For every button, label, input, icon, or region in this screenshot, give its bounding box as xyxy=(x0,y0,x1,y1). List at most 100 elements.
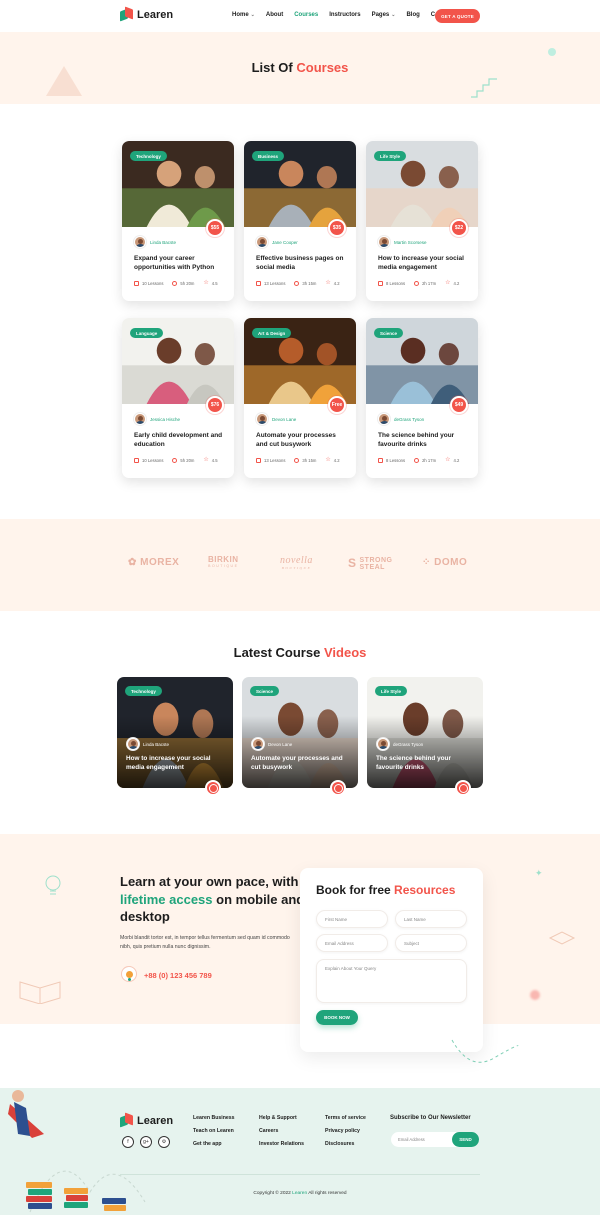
dribbble-icon[interactable]: ⚙ xyxy=(158,1136,170,1148)
course-card[interactable]: Life Style $22 Martin Scorsese How to in… xyxy=(366,141,478,301)
video-card[interactable]: Science Devon Lane Automate your process… xyxy=(242,677,358,788)
video-card[interactable]: Technology Linda Bacste How to increase … xyxy=(117,677,233,788)
course-title[interactable]: How to increase your social media engage… xyxy=(378,255,470,273)
author-name[interactable]: Jane Cooper xyxy=(272,240,298,245)
category-badge: Science xyxy=(250,686,280,696)
lightbulb-icon xyxy=(45,875,61,895)
logo-text: Learen xyxy=(137,8,174,21)
nav-pages[interactable]: Pages ⌄ xyxy=(372,12,396,18)
footer-link[interactable]: Help & Support xyxy=(259,1115,304,1121)
chevron-down-icon: ⌄ xyxy=(391,12,396,18)
video-author: Devon Lane xyxy=(252,738,292,750)
price-badge: $55 xyxy=(206,219,224,237)
author-name[interactable]: deGrass Tyson xyxy=(394,417,424,422)
facebook-icon[interactable]: f xyxy=(122,1136,134,1148)
query-textarea[interactable]: Explain About Your Query xyxy=(316,959,467,1003)
footer-link[interactable]: Terms of service xyxy=(325,1115,366,1121)
nav-about[interactable]: About xyxy=(266,12,283,18)
author-name[interactable]: Devon Lane xyxy=(268,742,292,747)
course-title[interactable]: The science behind your favourite drinks xyxy=(378,432,470,450)
lessons-icon xyxy=(378,281,383,286)
nav-courses[interactable]: Courses xyxy=(294,12,318,18)
course-title[interactable]: Effective business pages on social media xyxy=(256,255,348,273)
footer-link[interactable]: Privacy policy xyxy=(325,1128,366,1134)
video-title[interactable]: How to increase your social media engage… xyxy=(126,755,226,772)
last-name-field[interactable]: Last Name xyxy=(395,910,467,928)
graduate-illustration xyxy=(8,1090,44,1138)
email-field[interactable]: Email Address xyxy=(316,934,388,952)
course-card[interactable]: Business $35 Jane Cooper Effective busin… xyxy=(244,141,356,301)
author-name[interactable]: deGrass Tyson xyxy=(393,742,423,747)
course-rating: ☆ 4.5 xyxy=(203,457,218,463)
nav-instructors[interactable]: Instructors xyxy=(329,12,360,18)
footer-link[interactable]: Get the app xyxy=(193,1141,235,1147)
course-rating: ☆ 4.2 xyxy=(445,457,460,463)
clock-icon xyxy=(172,281,178,286)
video-card[interactable]: Life Style deGrass Tyson The science beh… xyxy=(367,677,483,788)
course-card[interactable]: Language $76 Jessica Hische Early child … xyxy=(122,318,234,478)
footer-link[interactable]: Investor Relations xyxy=(259,1141,304,1147)
category-badge: Technology xyxy=(130,151,167,161)
brand-icon: ✿ xyxy=(128,557,141,568)
phone-number[interactable]: +88 (0) 123 456 789 xyxy=(144,971,212,980)
course-rating: ☆ 4.5 xyxy=(203,280,218,286)
lessons-count: 10 Lessons xyxy=(134,458,163,463)
category-badge: Technology xyxy=(125,686,162,696)
course-duration: 5h 20m xyxy=(172,281,194,286)
sparkle-icon: ✦ xyxy=(535,868,543,878)
avatar xyxy=(134,236,146,248)
price-badge: $22 xyxy=(450,219,468,237)
price-badge: $49 xyxy=(450,396,468,414)
copyright: Copyright © 2022 Learen All rights reser… xyxy=(253,1191,347,1196)
category-badge: Language xyxy=(130,328,164,338)
author-name[interactable]: Linda Bacste xyxy=(150,240,176,245)
author-name[interactable]: Devon Lane xyxy=(272,417,296,422)
book-now-button[interactable]: BOOK NOW xyxy=(316,1010,358,1025)
video-title[interactable]: Automate your processes and cut busywork xyxy=(251,755,351,772)
brand-icon: ⁘ xyxy=(422,557,435,568)
google-plus-icon[interactable]: g+ xyxy=(140,1136,152,1148)
books-icon xyxy=(548,931,576,945)
lessons-count: 13 Lessons xyxy=(256,281,285,286)
star-icon: ☆ xyxy=(325,457,331,463)
video-author: Linda Bacste xyxy=(127,738,169,750)
course-title[interactable]: Automate your processes and cut busywork xyxy=(256,432,348,450)
course-card[interactable]: Technology $55 Linda Bacste Expand your … xyxy=(122,141,234,301)
lessons-icon xyxy=(256,458,261,463)
category-badge: Science xyxy=(374,328,404,338)
subject-field[interactable]: Subject xyxy=(395,934,467,952)
open-book-icon xyxy=(19,981,61,1004)
chevron-down-icon: ⌄ xyxy=(250,12,255,18)
first-name-field[interactable]: First Name xyxy=(316,910,388,928)
lessons-icon xyxy=(256,281,261,286)
footer-logo[interactable]: Learen xyxy=(120,1112,173,1128)
stacked-books-illustration xyxy=(26,1170,146,1213)
avatar xyxy=(256,236,268,248)
play-icon[interactable] xyxy=(330,780,346,796)
get-quote-button[interactable]: GET A QUOTE xyxy=(435,9,480,23)
author-name[interactable]: Jessica Hische xyxy=(150,417,180,422)
avatar xyxy=(377,738,389,750)
newsletter-send-button[interactable]: SEND xyxy=(452,1132,479,1147)
course-meta: 13 Lessons 3h 15m ☆ 4.2 xyxy=(256,457,340,463)
video-title[interactable]: The science behind your favourite drinks xyxy=(376,755,476,772)
course-title[interactable]: Early child development and education xyxy=(134,432,226,450)
decor-dashed-curve xyxy=(451,1039,519,1063)
course-card[interactable]: Science $49 deGrass Tyson The science be… xyxy=(366,318,478,478)
course-title[interactable]: Expand your career opportunities with Py… xyxy=(134,255,226,273)
footer-link[interactable]: Careers xyxy=(259,1128,304,1134)
play-icon[interactable] xyxy=(205,780,221,796)
author-name[interactable]: Martin Scorsese xyxy=(394,240,427,245)
nav-blog[interactable]: Blog xyxy=(406,12,419,18)
form-title: Book for free Resources xyxy=(316,883,456,897)
footer-link[interactable]: Teach on Learen xyxy=(193,1128,235,1134)
footer-link[interactable]: Learen Business xyxy=(193,1115,235,1121)
nav-home[interactable]: Home ⌄ xyxy=(232,12,255,18)
price-badge: $35 xyxy=(328,219,346,237)
price-badge: Free xyxy=(328,396,346,414)
author-name[interactable]: Linda Bacste xyxy=(143,742,169,747)
footer-link[interactable]: Disclosures xyxy=(325,1141,366,1147)
play-icon[interactable] xyxy=(455,780,471,796)
site-logo[interactable]: Learen xyxy=(120,6,174,22)
course-card[interactable]: Art & Design Free Devon Lane Automate yo… xyxy=(244,318,356,478)
